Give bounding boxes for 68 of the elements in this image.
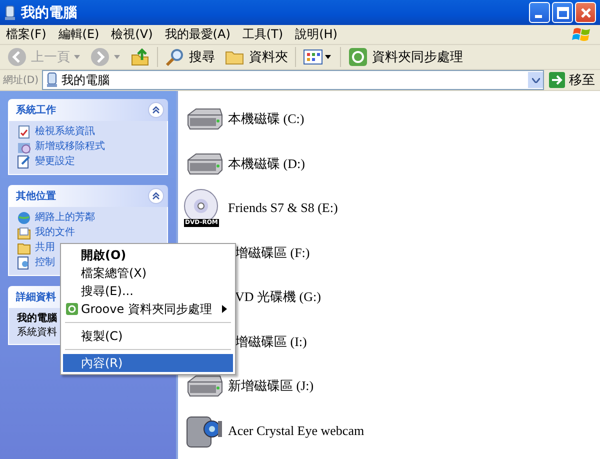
sync-icon xyxy=(66,303,78,315)
menu-item[interactable]: 說明(H) xyxy=(295,26,338,43)
shared-icon xyxy=(17,240,31,254)
windows-logo-icon xyxy=(572,26,592,44)
context-menu-item[interactable]: 開啟(O) xyxy=(63,246,233,264)
address-label: 網址(D) xyxy=(3,74,39,87)
maximize-button[interactable] xyxy=(552,2,573,23)
arrow-right-icon xyxy=(549,72,565,88)
submenu-arrow-icon xyxy=(222,305,227,313)
views-icon xyxy=(303,47,333,67)
minimize-button[interactable] xyxy=(529,2,550,23)
minimize-icon xyxy=(534,15,542,18)
sync-icon xyxy=(348,47,368,67)
maximize-icon xyxy=(556,6,568,18)
drive-label[interactable]: Acer Crystal Eye webcam xyxy=(228,422,364,439)
panel-title: 系統工作 xyxy=(16,104,56,117)
drive-label[interactable]: 本機磁碟 (D:) xyxy=(228,154,305,173)
panel-header[interactable]: 其他位置 xyxy=(8,185,168,207)
settings-icon xyxy=(17,154,31,168)
drive-label[interactable]: 新增磁碟區 (J:) xyxy=(228,377,314,396)
chevron-down-icon xyxy=(532,78,540,82)
context-menu-item[interactable]: 搜尋(E)... xyxy=(63,282,233,300)
menu-item[interactable]: 編輯(E) xyxy=(58,26,100,43)
sidebar-link[interactable]: 網路上的芳鄰 xyxy=(35,212,95,224)
sidebar-link[interactable]: 檢視系統資訊 xyxy=(35,126,95,138)
panel-title: 其他位置 xyxy=(16,190,56,203)
menu-item[interactable]: 檢視(V) xyxy=(111,26,153,43)
panel-header[interactable]: 系統工作 xyxy=(8,99,168,121)
computer-icon xyxy=(4,4,16,20)
sidebar-link[interactable]: 控制 xyxy=(35,256,55,268)
sync-button[interactable]: 資料夾同步處理 xyxy=(345,46,466,68)
dropdown-arrow-icon xyxy=(74,55,80,59)
details-description: 系統資料 xyxy=(17,326,57,339)
collapse-icon[interactable] xyxy=(148,102,164,118)
dropdown-arrow-icon xyxy=(114,55,120,59)
address-field[interactable]: 我的電腦 xyxy=(42,70,544,90)
context-menu-item[interactable]: 檔案總管(X) xyxy=(63,264,233,282)
close-button[interactable] xyxy=(575,2,596,23)
folders-button[interactable]: 資料夾 xyxy=(222,46,291,68)
sidebar-link[interactable]: 共用 xyxy=(35,242,55,254)
close-icon xyxy=(580,6,592,18)
sidebar-link[interactable]: 新增或移除程式 xyxy=(35,140,105,152)
sidebar-link[interactable]: 我的文件 xyxy=(35,226,75,238)
context-menu-item[interactable]: 複製(C) xyxy=(63,327,233,345)
drive-label[interactable]: Friends S7 & S8 (E:) xyxy=(228,200,338,216)
context-menu-item[interactable]: 內容(R) xyxy=(63,354,233,372)
documents-icon xyxy=(17,226,31,240)
info-icon xyxy=(17,124,31,138)
details-name: 我的電腦 xyxy=(17,312,57,325)
sidebar-link[interactable]: 變更設定 xyxy=(35,156,75,168)
drive-label[interactable]: VD 光碟機 (G:) xyxy=(235,288,321,306)
menu-item[interactable]: 我的最愛(A) xyxy=(164,26,230,43)
drive-label[interactable]: 增磁碟區 (I:) xyxy=(235,332,307,351)
menu-item[interactable]: 工具(T) xyxy=(242,26,284,43)
drive-label[interactable]: 本機磁碟 (C:) xyxy=(228,110,304,128)
drive-label[interactable]: 增磁碟區 (F:) xyxy=(235,244,310,262)
computer-icon xyxy=(46,72,58,88)
folder-up-icon xyxy=(130,47,150,67)
go-button[interactable]: 移至 xyxy=(547,71,597,89)
menu-item[interactable]: 檔案(F) xyxy=(6,26,46,43)
network-icon xyxy=(17,210,31,224)
dropdown-button[interactable] xyxy=(528,72,543,88)
panel-title: 詳細資料 xyxy=(16,290,56,304)
search-button[interactable]: 搜尋 xyxy=(162,46,218,68)
search-icon xyxy=(165,47,185,67)
window-title: 我的電腦 xyxy=(21,4,77,22)
context-menu-item[interactable]: Groove 資料夾同步處理 xyxy=(63,300,233,318)
collapse-icon[interactable] xyxy=(148,188,164,204)
